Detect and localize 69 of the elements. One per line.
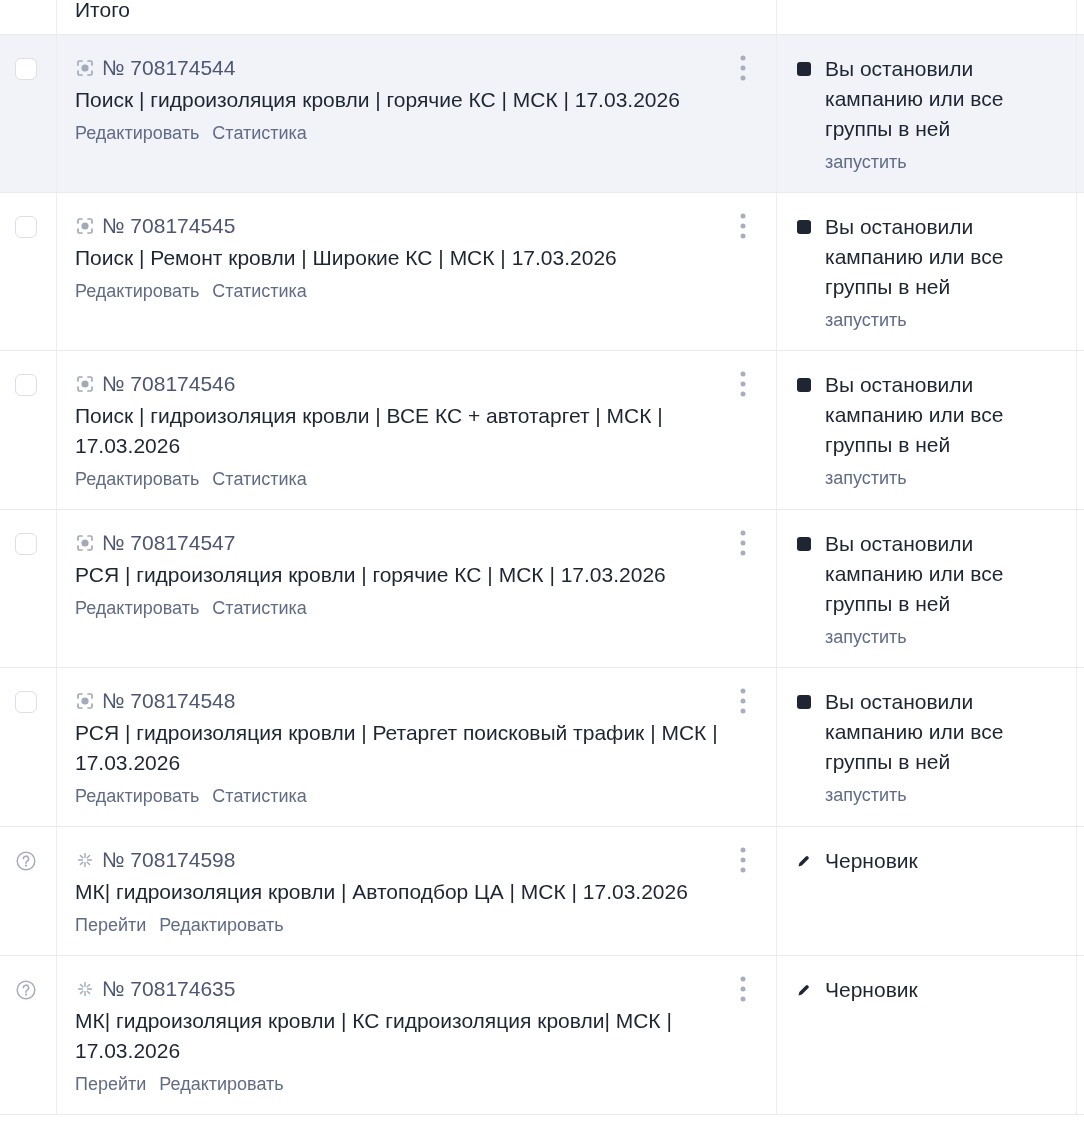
campaign-number: № 708174546 [102, 371, 236, 397]
start-link[interactable]: запустить [825, 150, 907, 174]
campaign-number: № 708174598 [102, 847, 236, 873]
help-icon[interactable] [16, 980, 36, 1000]
status-text: Вы остановили кампанию или все группы в ней [825, 531, 1005, 617]
stop-icon [797, 695, 811, 709]
more-icon [740, 55, 746, 81]
start-link[interactable]: запустить [825, 625, 907, 649]
help-icon[interactable] [16, 851, 36, 871]
sparkle-icon [77, 981, 93, 997]
more-icon [740, 847, 746, 873]
campaign-number: № 708174544 [102, 55, 236, 81]
action-link[interactable]: Редактировать [75, 784, 200, 808]
action-link[interactable]: Редактировать [75, 279, 200, 303]
focus-icon [77, 535, 93, 551]
campaign-title: РСЯ | гидроизоляция кровли | Ретаргет поисковый трафик | МСК | 17.03.2026 [75, 720, 719, 776]
stop-icon [797, 220, 811, 234]
start-link[interactable]: запустить [825, 466, 907, 490]
action-link[interactable]: Статистика [212, 467, 307, 491]
action-link[interactable]: Редактировать [159, 1072, 284, 1096]
start-link[interactable]: запустить [825, 308, 907, 332]
focus-icon [77, 376, 93, 392]
campaign-number: № 708174635 [102, 976, 236, 1002]
stop-icon [797, 537, 811, 551]
sparkle-icon [77, 852, 93, 868]
action-link[interactable]: Статистика [212, 596, 307, 620]
start-link[interactable]: запустить [825, 783, 907, 807]
action-link[interactable]: Перейти [75, 1072, 147, 1096]
row-checkbox[interactable] [15, 533, 37, 555]
campaign-number: № 708174547 [102, 530, 236, 556]
campaign-title: Поиск | Ремонт кровли | Широкие КС | МСК | 17.03.2026 [75, 245, 618, 271]
action-link[interactable]: Редактировать [75, 596, 200, 620]
action-link[interactable]: Статистика [212, 279, 307, 303]
focus-icon [77, 60, 93, 76]
more-icon [740, 688, 746, 714]
campaign-number: № 708174545 [102, 213, 236, 239]
action-link[interactable]: Редактировать [159, 913, 284, 937]
more-icon [740, 530, 746, 556]
status-text: Черновик [825, 977, 919, 1003]
total-label: Итого [75, 0, 131, 20]
action-link[interactable]: Редактировать [75, 467, 200, 491]
status-text: Черновик [825, 848, 919, 874]
more-icon [740, 371, 746, 397]
focus-icon [77, 693, 93, 709]
status-text: Вы остановили кампанию или все группы в ней [825, 689, 1005, 775]
campaign-title: Поиск | гидроизоляция кровли | горячие КС | МСК | 17.03.2026 [75, 87, 681, 113]
status-text: Вы остановили кампанию или все группы в ней [825, 372, 1005, 458]
more-icon [740, 976, 746, 1002]
action-link[interactable]: Перейти [75, 913, 147, 937]
row-checkbox[interactable] [15, 216, 37, 238]
campaign-title: РСЯ | гидроизоляция кровли | горячие КС | МСК | 17.03.2026 [75, 562, 667, 588]
campaign-title: Поиск | гидроизоляция кровли | ВСЕ КС + автотаргет | МСК | 17.03.2026 [75, 403, 664, 459]
more-icon [740, 213, 746, 239]
action-link[interactable]: Статистика [212, 121, 307, 145]
action-link[interactable]: Редактировать [75, 121, 200, 145]
row-checkbox[interactable] [15, 691, 37, 713]
stop-icon [797, 62, 811, 76]
stop-icon [797, 378, 811, 392]
action-link[interactable]: Статистика [212, 784, 307, 808]
pencil-icon [797, 983, 811, 997]
status-text: Вы остановили кампанию или все группы в ней [825, 56, 1005, 142]
row-checkbox[interactable] [15, 374, 37, 396]
pencil-icon [797, 854, 811, 868]
campaign-number: № 708174548 [102, 688, 236, 714]
focus-icon [77, 218, 93, 234]
campaign-title: МК| гидроизоляция кровли | КС гидроизоляция кровли| МСК | 17.03.2026 [75, 1008, 673, 1064]
status-text: Вы остановили кампанию или все группы в ней [825, 214, 1005, 300]
row-checkbox[interactable] [15, 58, 37, 80]
campaign-title: МК| гидроизоляция кровли | Автоподбор ЦА | МСК | 17.03.2026 [75, 879, 689, 905]
